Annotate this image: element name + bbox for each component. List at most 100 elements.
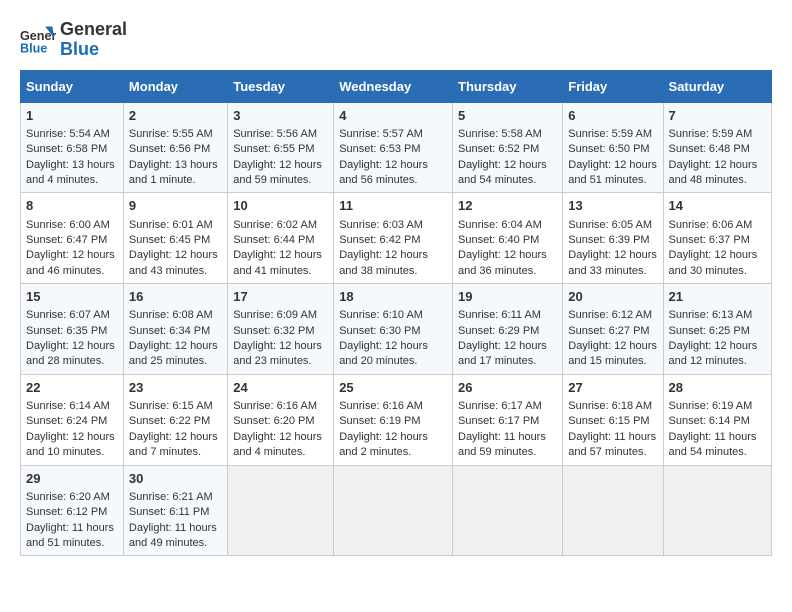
daylight-label: Daylight: 12 hours and 12 minutes. <box>669 340 758 367</box>
day-number: 14 <box>669 197 766 215</box>
sunrise-label: Sunrise: 6:16 AM <box>339 400 423 412</box>
daylight-label: Daylight: 12 hours and 59 minutes. <box>233 159 322 186</box>
header-friday: Friday <box>563 70 663 102</box>
day-cell-8: 8Sunrise: 6:00 AMSunset: 6:47 PMDaylight… <box>21 193 124 284</box>
daylight-label: Daylight: 12 hours and 43 minutes. <box>129 249 218 276</box>
sunrise-label: Sunrise: 5:55 AM <box>129 128 213 140</box>
sunrise-label: Sunrise: 6:19 AM <box>669 400 753 412</box>
daylight-label: Daylight: 12 hours and 54 minutes. <box>458 159 547 186</box>
week-row-5: 29 Sunrise: 6:20 AM Sunset: 6:12 PM Dayligh… <box>21 465 772 556</box>
day-number: 17 <box>233 288 328 306</box>
sunrise-label: Sunrise: 6:02 AM <box>233 219 317 231</box>
daylight-label: Daylight: 11 hours and 49 minutes. <box>129 522 217 549</box>
sunrise-label: Sunrise: 6:15 AM <box>129 400 213 412</box>
day-number: 24 <box>233 379 328 397</box>
sunrise-label: Sunrise: 6:04 AM <box>458 219 542 231</box>
week-row-3: 15Sunrise: 6:07 AMSunset: 6:35 PMDayligh… <box>21 284 772 375</box>
daylight-label: Daylight: 12 hours and 48 minutes. <box>669 159 758 186</box>
day-cell-21: 21Sunrise: 6:13 AMSunset: 6:25 PMDayligh… <box>663 284 771 375</box>
day-cell-7: 7Sunrise: 5:59 AMSunset: 6:48 PMDaylight… <box>663 102 771 193</box>
header: General Blue General Blue <box>20 20 772 60</box>
header-sunday: Sunday <box>21 70 124 102</box>
empty-cell <box>453 465 563 556</box>
sunset-label: Sunset: 6:55 PM <box>233 143 314 155</box>
sunrise-label: Sunrise: 6:12 AM <box>568 309 652 321</box>
sunset-label: Sunset: 6:40 PM <box>458 234 539 246</box>
daylight-label: Daylight: 12 hours and 23 minutes. <box>233 340 322 367</box>
day-number: 20 <box>568 288 657 306</box>
day-cell-14: 14Sunrise: 6:06 AMSunset: 6:37 PMDayligh… <box>663 193 771 284</box>
sunrise-label: Sunrise: 6:20 AM <box>26 491 110 503</box>
day-number: 2 <box>129 107 222 125</box>
header-wednesday: Wednesday <box>334 70 453 102</box>
day-cell-30: 30Sunrise: 6:21 AMSunset: 6:11 PMDayligh… <box>123 465 227 556</box>
daylight-label: Daylight: 11 hours and 51 minutes. <box>26 522 114 549</box>
sunset-label: Sunset: 6:50 PM <box>568 143 649 155</box>
day-number: 22 <box>26 379 118 397</box>
empty-cell <box>228 465 334 556</box>
day-cell-13: 13Sunrise: 6:05 AMSunset: 6:39 PMDayligh… <box>563 193 663 284</box>
sunset-label: Sunset: 6:11 PM <box>129 506 210 518</box>
sunrise-label: Sunrise: 6:09 AM <box>233 309 317 321</box>
daylight-label: Daylight: 12 hours and 30 minutes. <box>669 249 758 276</box>
sunset-label: Sunset: 6:24 PM <box>26 415 107 427</box>
day-cell-2: 2Sunrise: 5:55 AMSunset: 6:56 PMDaylight… <box>123 102 227 193</box>
sunset-label: Sunset: 6:12 PM <box>26 506 107 518</box>
sunrise-label: Sunrise: 6:08 AM <box>129 309 213 321</box>
daylight-label: Daylight: 12 hours and 7 minutes. <box>129 431 218 458</box>
empty-cell <box>563 465 663 556</box>
day-cell-10: 10Sunrise: 6:02 AMSunset: 6:44 PMDayligh… <box>228 193 334 284</box>
sunrise-label: Sunrise: 5:59 AM <box>669 128 753 140</box>
sunrise-label: Sunrise: 6:07 AM <box>26 309 110 321</box>
daylight-label: Daylight: 12 hours and 4 minutes. <box>233 431 322 458</box>
day-number: 23 <box>129 379 222 397</box>
day-number: 28 <box>669 379 766 397</box>
daylight-label: Daylight: 12 hours and 36 minutes. <box>458 249 547 276</box>
day-number: 27 <box>568 379 657 397</box>
day-cell-23: 23Sunrise: 6:15 AMSunset: 6:22 PMDayligh… <box>123 374 227 465</box>
daylight-label: Daylight: 12 hours and 10 minutes. <box>26 431 115 458</box>
sunrise-label: Sunrise: 6:14 AM <box>26 400 110 412</box>
sunrise-label: Sunrise: 6:06 AM <box>669 219 753 231</box>
sunset-label: Sunset: 6:45 PM <box>129 234 210 246</box>
day-number: 16 <box>129 288 222 306</box>
day-number: 3 <box>233 107 328 125</box>
day-cell-17: 17Sunrise: 6:09 AMSunset: 6:32 PMDayligh… <box>228 284 334 375</box>
day-cell-25: 25Sunrise: 6:16 AMSunset: 6:19 PMDayligh… <box>334 374 453 465</box>
day-number: 6 <box>568 107 657 125</box>
daylight-label: Daylight: 12 hours and 15 minutes. <box>568 340 657 367</box>
logo: General Blue General Blue <box>20 20 127 60</box>
day-cell-20: 20 Sunrise: 6:12 AM Sunset: 6:27 PM Dayligh… <box>563 284 663 375</box>
sunset-label: Sunset: 6:34 PM <box>129 325 210 337</box>
daylight-label: Daylight: 12 hours and 46 minutes. <box>26 249 115 276</box>
sunset-label: Sunset: 6:58 PM <box>26 143 107 155</box>
sunset-label: Sunset: 6:19 PM <box>339 415 420 427</box>
day-number: 11 <box>339 197 447 215</box>
day-number: 7 <box>669 107 766 125</box>
day-cell-3: 3 Sunrise: 5:56 AM Sunset: 6:55 PM Daylight… <box>228 102 334 193</box>
day-number: 1 <box>26 107 118 125</box>
sunset-label: Sunset: 6:27 PM <box>568 325 649 337</box>
day-number: 9 <box>129 197 222 215</box>
week-row-4: 22 Sunrise: 6:14 AM Sunset: 6:24 PM Dayligh… <box>21 374 772 465</box>
sunrise-label: Sunrise: 5:56 AM <box>233 128 317 140</box>
day-cell-19: 19Sunrise: 6:11 AMSunset: 6:29 PMDayligh… <box>453 284 563 375</box>
sunrise-label: Sunrise: 6:05 AM <box>568 219 652 231</box>
sunset-label: Sunset: 6:53 PM <box>339 143 420 155</box>
day-cell-26: 26Sunrise: 6:17 AMSunset: 6:17 PMDayligh… <box>453 374 563 465</box>
day-number: 21 <box>669 288 766 306</box>
day-cell-18: 18Sunrise: 6:10 AMSunset: 6:30 PMDayligh… <box>334 284 453 375</box>
calendar-header-row: SundayMondayTuesdayWednesdayThursdayFrid… <box>21 70 772 102</box>
sunrise-label: Sunrise: 6:18 AM <box>568 400 652 412</box>
day-cell-24: 24Sunrise: 6:16 AMSunset: 6:20 PMDayligh… <box>228 374 334 465</box>
day-cell-11: 11Sunrise: 6:03 AMSunset: 6:42 PMDayligh… <box>334 193 453 284</box>
day-cell-28: 28Sunrise: 6:19 AMSunset: 6:14 PMDayligh… <box>663 374 771 465</box>
empty-cell <box>334 465 453 556</box>
svg-text:Blue: Blue <box>20 41 47 55</box>
sunset-label: Sunset: 6:52 PM <box>458 143 539 155</box>
sunset-label: Sunset: 6:20 PM <box>233 415 314 427</box>
sunset-label: Sunset: 6:39 PM <box>568 234 649 246</box>
sunrise-label: Sunrise: 6:03 AM <box>339 219 423 231</box>
day-cell-6: 6Sunrise: 5:59 AMSunset: 6:50 PMDaylight… <box>563 102 663 193</box>
day-number: 29 <box>26 470 118 488</box>
